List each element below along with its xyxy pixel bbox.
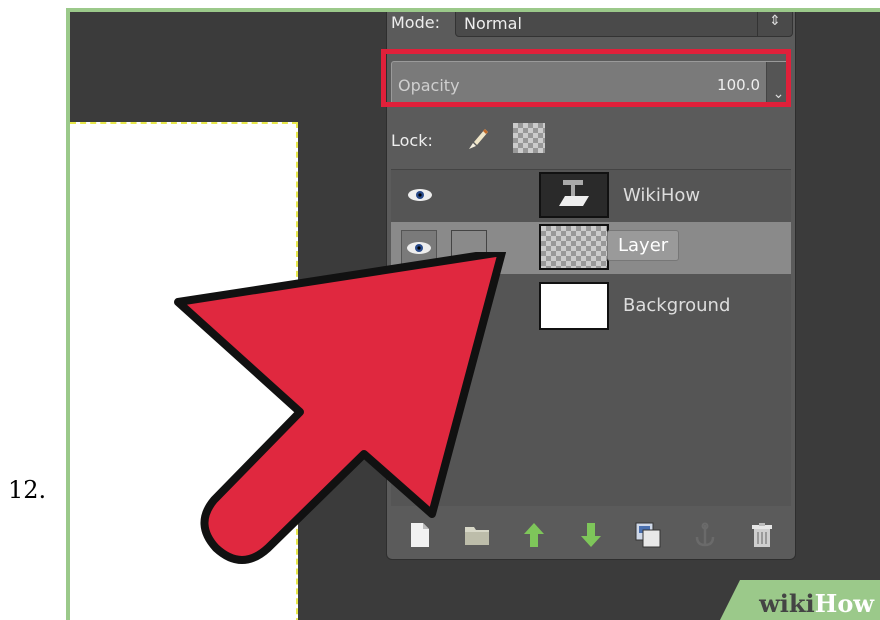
mode-select[interactable]: Normal ⇕	[455, 12, 793, 37]
duplicate-layer-icon[interactable]	[633, 520, 663, 550]
watermark-how: How	[814, 589, 874, 618]
screenshot-frame: Mode: Normal ⇕ Opacity 100.0 ⌄ Lock: Wik…	[66, 8, 880, 620]
layer-thumbnail	[539, 172, 609, 218]
mode-value: Normal	[464, 14, 522, 33]
step-number: 12.	[8, 476, 47, 504]
eye-icon[interactable]	[405, 184, 435, 206]
wikihow-watermark: wikiHow	[720, 580, 880, 620]
anchor-icon[interactable]	[690, 520, 720, 550]
layer-name: WikiHow	[623, 185, 701, 206]
text-layer-icon	[559, 180, 589, 206]
lock-alpha-icon[interactable]	[513, 123, 545, 153]
mode-label: Mode:	[391, 13, 440, 32]
mode-spinner-icon[interactable]: ⇕	[757, 12, 792, 36]
layer-name-edit[interactable]: Layer	[607, 230, 680, 261]
layer-row-wikihow[interactable]: WikiHow	[391, 170, 791, 222]
layer-name: Background	[623, 295, 731, 316]
app-screen: Mode: Normal ⇕ Opacity 100.0 ⌄ Lock: Wik…	[70, 12, 880, 620]
lock-pixels-brush-icon[interactable]	[465, 125, 491, 151]
selected-layer-highlight	[381, 49, 791, 107]
delete-layer-icon[interactable]	[747, 520, 777, 550]
watermark-wiki: wiki	[759, 589, 815, 618]
red-arrow-pointer	[174, 252, 506, 564]
lock-label: Lock:	[391, 131, 433, 150]
